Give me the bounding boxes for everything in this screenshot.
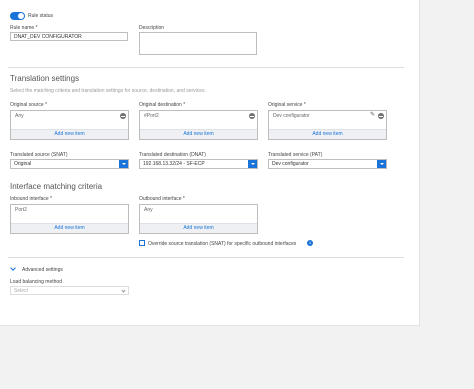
override-snat-label: Override source translation (SNAT) for s… [148,241,297,247]
list-item: Dev configurator [273,113,310,119]
original-service-label: Original service * [268,102,306,108]
translation-settings-subtitle: Select the matching criteria and transla… [10,88,206,94]
select-value: 192.168.13.32/24 - SF-ECP [143,161,205,167]
translated-source-label: Translated source (SNAT) [10,152,68,158]
override-snat-checkbox[interactable] [139,240,145,246]
interface-matching-title: Interface matching criteria [10,182,103,191]
original-service-list: Dev configurator ✎ Add new item [268,110,387,140]
select-value: Select [14,288,28,294]
original-destination-label: Original destination * [139,102,186,108]
outbound-interface-list: Any Add new item [139,204,258,234]
select-value: Dev configurator [272,161,309,167]
translated-destination-label: Translated destination (DNAT) [139,152,206,158]
add-new-item-button[interactable]: Add new item [140,129,257,139]
select-value: Original [14,161,32,167]
inbound-interface-list: Port2 Add new item [10,204,129,234]
original-destination-list: #Port2 Add new item [139,110,258,140]
remove-icon[interactable] [249,113,255,119]
add-new-item-button[interactable]: Add new item [11,129,128,139]
section-divider [8,67,404,68]
add-new-item-button[interactable]: Add new item [11,223,128,233]
list-item: #Port2 [144,113,159,119]
translated-source-select[interactable]: Original [10,159,129,169]
inbound-interface-label: Inbound interface * [10,196,52,202]
translation-settings-title: Translation settings [10,74,80,83]
remove-icon[interactable] [378,113,384,119]
list-item: Any [15,113,24,119]
original-source-label: Original source * [10,102,47,108]
advanced-settings-toggle[interactable]: Advanced settings [22,267,63,273]
translated-service-select[interactable]: Dev configurator [268,159,387,169]
add-new-item-button[interactable]: Add new item [269,129,386,139]
list-item: Port2 [15,207,27,213]
remove-icon[interactable] [120,113,126,119]
load-balancing-label: Load balancing method [10,279,62,285]
rule-name-label: Rule name * [10,25,38,31]
info-icon[interactable]: i [307,240,313,246]
translated-service-label: Translated service (PAT) [268,152,323,158]
outbound-interface-label: Outbound interface * [139,196,185,202]
translated-destination-select[interactable]: 192.168.13.32/24 - SF-ECP [139,159,258,169]
rule-form-panel: Rule status Rule name * DNAT_DEV CONFIGU… [0,0,420,326]
rule-name-input[interactable]: DNAT_DEV CONFIGURATOR [10,32,128,41]
pencil-icon[interactable]: ✎ [370,112,375,118]
original-source-list: Any Add new item [10,110,129,140]
rule-status-label: Rule status [28,13,54,19]
add-new-item-button[interactable]: Add new item [140,223,257,233]
rule-status-toggle[interactable] [10,12,25,20]
chevron-down-icon[interactable] [10,265,16,271]
description-textarea[interactable] [139,32,257,55]
chevron-down-icon [121,288,126,293]
toggle-knob [18,13,24,19]
section-divider [8,257,404,258]
chevron-down-icon[interactable] [119,160,128,168]
chevron-down-icon[interactable] [377,160,386,168]
load-balancing-select[interactable]: Select [10,286,129,295]
chevron-down-icon[interactable] [248,160,257,168]
description-label: Description [139,25,165,31]
list-item: Any [144,207,153,213]
